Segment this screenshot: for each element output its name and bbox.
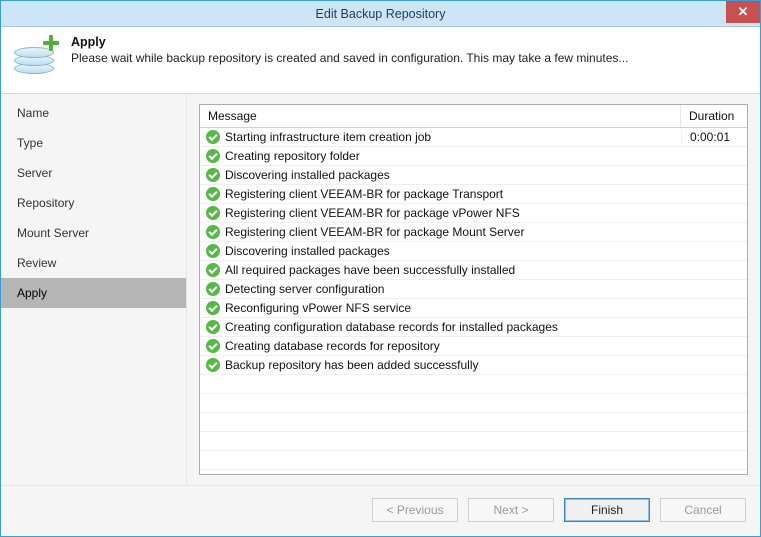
header-text: Apply Please wait while backup repositor…	[71, 35, 628, 65]
message-text: Creating database records for repository	[225, 339, 440, 353]
message-text: Registering client VEEAM-BR for package …	[225, 187, 503, 201]
cancel-button: Cancel	[660, 498, 746, 522]
table-row[interactable]: Discovering installed packages	[200, 166, 747, 185]
success-icon	[206, 244, 220, 258]
cell-message: Creating repository folder	[200, 149, 681, 163]
table-row[interactable]: Discovering installed packages	[200, 242, 747, 261]
message-text: Starting infrastructure item creation jo…	[225, 130, 431, 144]
success-icon	[206, 130, 220, 144]
table-row[interactable]: Creating database records for repository	[200, 337, 747, 356]
finish-button[interactable]: Finish	[564, 498, 650, 522]
wizard-header: Apply Please wait while backup repositor…	[1, 27, 760, 94]
table-row[interactable]: Starting infrastructure item creation jo…	[200, 128, 747, 147]
sidebar-item-mount-server[interactable]: Mount Server	[1, 218, 186, 248]
success-icon	[206, 358, 220, 372]
header-description: Please wait while backup repository is c…	[71, 51, 628, 65]
window-title: Edit Backup Repository	[316, 7, 446, 21]
table-row-empty	[200, 394, 747, 413]
table-row[interactable]: Creating repository folder	[200, 147, 747, 166]
table-row[interactable]: Registering client VEEAM-BR for package …	[200, 204, 747, 223]
success-icon	[206, 263, 220, 277]
cell-duration: 0:00:01	[681, 130, 747, 144]
success-icon	[206, 149, 220, 163]
column-duration[interactable]: Duration	[681, 105, 747, 127]
cell-message: Creating database records for repository	[200, 339, 681, 353]
sidebar-item-server[interactable]: Server	[1, 158, 186, 188]
cell-message: Starting infrastructure item creation jo…	[200, 130, 681, 144]
wizard-footer: < Previous Next > Finish Cancel	[1, 485, 760, 536]
table-row[interactable]: Reconfiguring vPower NFS service	[200, 299, 747, 318]
grid-body[interactable]: Starting infrastructure item creation jo…	[200, 128, 747, 474]
message-text: Creating repository folder	[225, 149, 360, 163]
sidebar-item-repository[interactable]: Repository	[1, 188, 186, 218]
table-row-empty	[200, 432, 747, 451]
sidebar-item-label: Name	[17, 106, 49, 120]
sidebar-item-label: Server	[17, 166, 52, 180]
previous-button: < Previous	[372, 498, 458, 522]
message-text: Detecting server configuration	[225, 282, 384, 296]
success-icon	[206, 301, 220, 315]
sidebar-item-apply[interactable]: Apply	[1, 278, 186, 308]
message-text: Creating configuration database records …	[225, 320, 558, 334]
table-row[interactable]: Registering client VEEAM-BR for package …	[200, 185, 747, 204]
message-text: Discovering installed packages	[225, 168, 390, 182]
repository-add-icon	[13, 35, 59, 81]
sidebar-item-review[interactable]: Review	[1, 248, 186, 278]
next-button: Next >	[468, 498, 554, 522]
table-row-empty	[200, 451, 747, 470]
sidebar-item-label: Apply	[17, 286, 47, 300]
cell-message: All required packages have been successf…	[200, 263, 681, 277]
sidebar-item-label: Review	[17, 256, 56, 270]
message-text: Backup repository has been added success…	[225, 358, 478, 372]
cell-message: Reconfiguring vPower NFS service	[200, 301, 681, 315]
table-row-empty	[200, 413, 747, 432]
message-text: Reconfiguring vPower NFS service	[225, 301, 411, 315]
table-row[interactable]: Registering client VEEAM-BR for package …	[200, 223, 747, 242]
sidebar-item-label: Mount Server	[17, 226, 89, 240]
sidebar-item-label: Type	[17, 136, 43, 150]
close-button[interactable]: ✕	[726, 1, 760, 23]
message-text: All required packages have been successf…	[225, 263, 515, 277]
grid-header[interactable]: Message Duration	[200, 105, 747, 128]
sidebar-item-type[interactable]: Type	[1, 128, 186, 158]
cell-message: Registering client VEEAM-BR for package …	[200, 206, 681, 220]
table-row[interactable]: Creating configuration database records …	[200, 318, 747, 337]
cell-message: Creating configuration database records …	[200, 320, 681, 334]
close-icon: ✕	[738, 4, 749, 20]
column-message[interactable]: Message	[200, 105, 681, 127]
message-text: Registering client VEEAM-BR for package …	[225, 206, 520, 220]
wizard-body: Name Type Server Repository Mount Server Revi…	[1, 94, 760, 485]
dialog-window: Edit Backup Repository ✕ Apply Please wa…	[0, 0, 761, 537]
success-icon	[206, 282, 220, 296]
message-text: Discovering installed packages	[225, 244, 390, 258]
success-icon	[206, 320, 220, 334]
header-heading: Apply	[71, 35, 628, 49]
success-icon	[206, 225, 220, 239]
sidebar-item-name[interactable]: Name	[1, 98, 186, 128]
table-row[interactable]: Detecting server configuration	[200, 280, 747, 299]
titlebar[interactable]: Edit Backup Repository ✕	[1, 1, 760, 27]
success-icon	[206, 206, 220, 220]
table-row[interactable]: Backup repository has been added success…	[200, 356, 747, 375]
progress-grid: Message Duration Starting infrastructure…	[199, 104, 748, 475]
cell-message: Backup repository has been added success…	[200, 358, 681, 372]
message-text: Registering client VEEAM-BR for package …	[225, 225, 524, 239]
cell-message: Discovering installed packages	[200, 168, 681, 182]
cell-message: Discovering installed packages	[200, 244, 681, 258]
table-row-empty	[200, 375, 747, 394]
success-icon	[206, 339, 220, 353]
cell-message: Registering client VEEAM-BR for package …	[200, 187, 681, 201]
wizard-content: Message Duration Starting infrastructure…	[187, 94, 760, 485]
table-row[interactable]: All required packages have been successf…	[200, 261, 747, 280]
cell-message: Registering client VEEAM-BR for package …	[200, 225, 681, 239]
sidebar-item-label: Repository	[17, 196, 74, 210]
success-icon	[206, 168, 220, 182]
wizard-sidebar: Name Type Server Repository Mount Server Revi…	[1, 94, 187, 485]
cell-message: Detecting server configuration	[200, 282, 681, 296]
success-icon	[206, 187, 220, 201]
